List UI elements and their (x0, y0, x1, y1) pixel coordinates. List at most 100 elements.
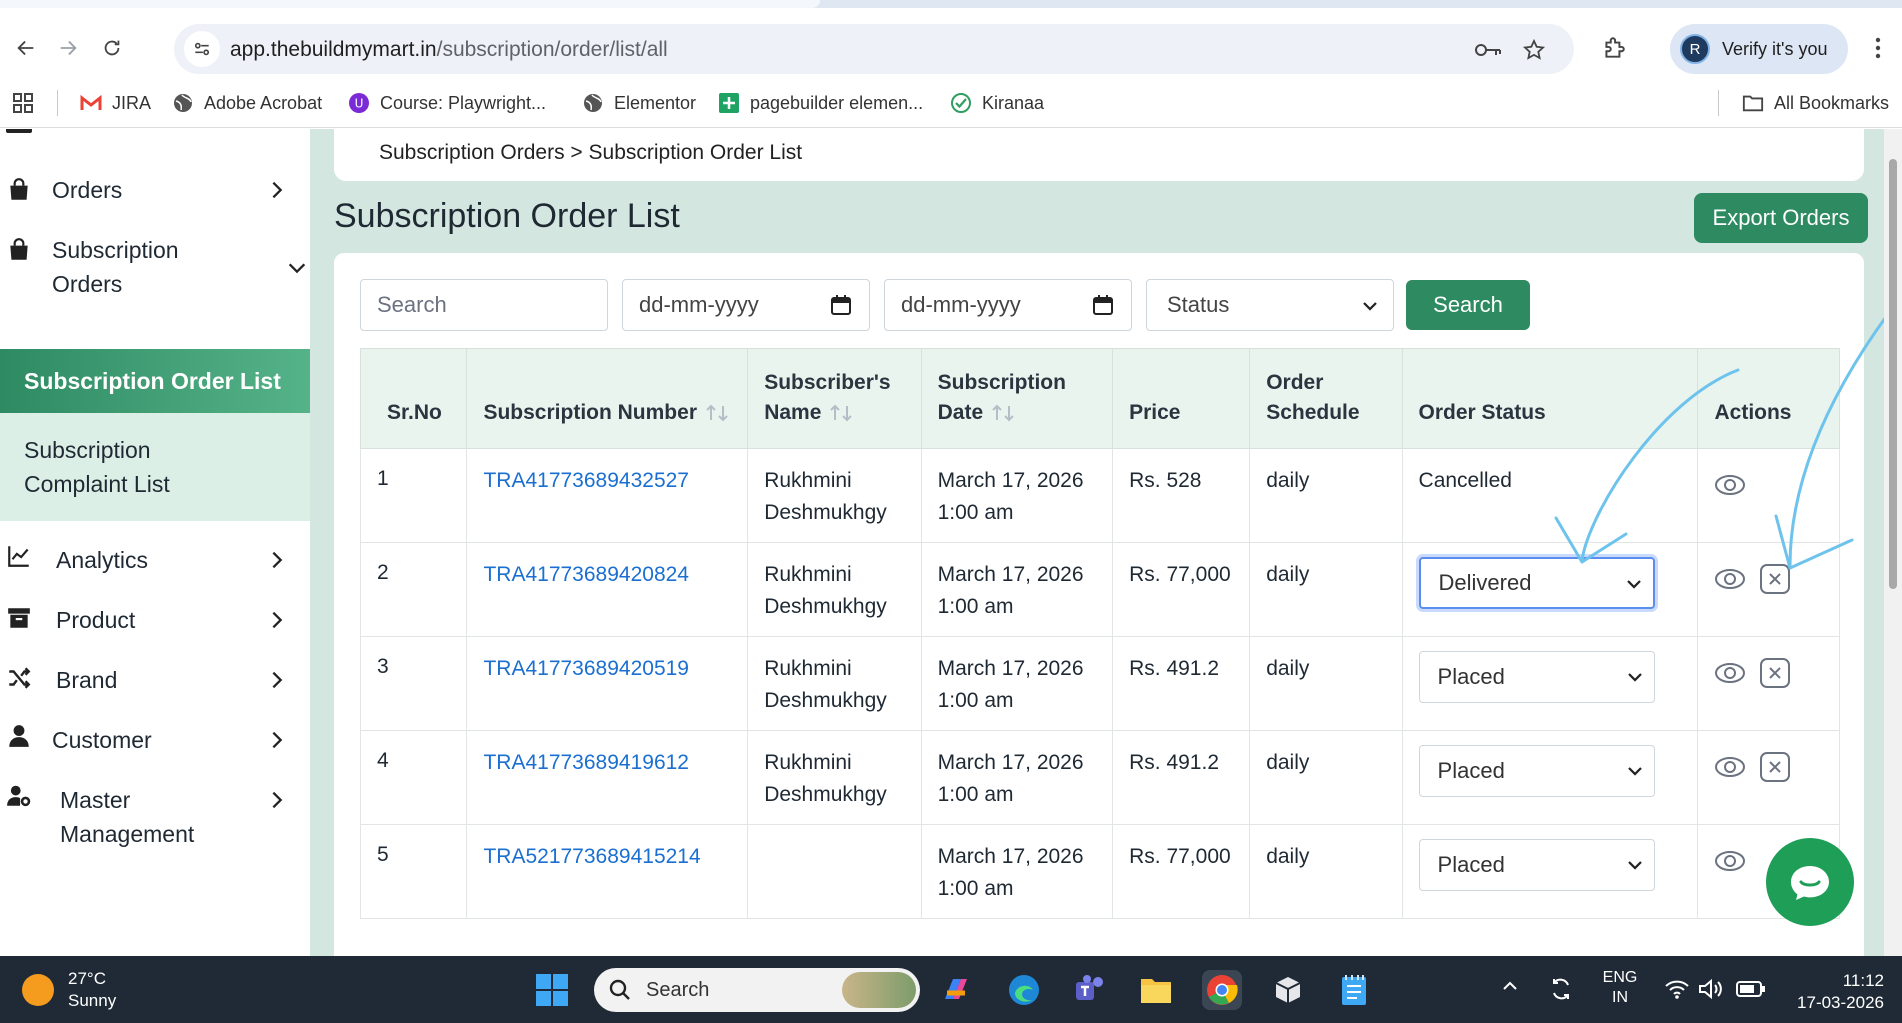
search-button[interactable]: Search (1406, 280, 1530, 330)
view-eye-icon[interactable] (1714, 751, 1746, 783)
sort-icon[interactable] (991, 404, 1017, 422)
bookmark-label: pagebuilder elemen... (750, 92, 924, 113)
site-info-icon[interactable] (184, 31, 220, 67)
order-status-value: Delivered (1438, 570, 1532, 595)
cancel-order-icon[interactable] (1760, 564, 1791, 594)
verify-label: Verify it's you (1722, 38, 1828, 59)
more-menu-icon[interactable] (1866, 30, 1890, 66)
orders-card: Search dd-mm-yyyy dd-mm-yyyy Status Sear… (334, 253, 1864, 956)
wifi-icon[interactable] (1664, 978, 1690, 1000)
page-scrollbar[interactable] (1884, 129, 1902, 956)
subscription-number-link[interactable]: TRA41773689419612 (483, 751, 689, 774)
cell-actions (1697, 448, 1840, 543)
teams-icon[interactable] (1070, 970, 1110, 1010)
sidebar-item-orders[interactable]: Orders (0, 173, 310, 213)
bookmark-kiranaa[interactable]: Kiranaa (950, 88, 1044, 118)
sidebar-item-subscription-order-list[interactable]: Subscription Order List (0, 349, 310, 413)
chrome-icon[interactable] (1202, 970, 1242, 1010)
back-arrow-icon[interactable] (6, 28, 46, 68)
bookmark-pagebuilder[interactable]: pagebuilder elemen... (718, 88, 923, 118)
clock[interactable]: 11:12 17-03-2026 (1784, 970, 1884, 1014)
search-input[interactable]: Search (360, 279, 608, 331)
sidebar-item-subscription-complaint-list[interactable]: Subscription Complaint List (0, 413, 310, 521)
copilot-icon[interactable] (936, 970, 976, 1010)
windows-start-icon[interactable] (532, 970, 572, 1010)
sort-icon[interactable] (829, 404, 855, 422)
cell-subscription-number: TRA41773689419612 (466, 730, 749, 825)
bookmark-elementor[interactable]: Elementor (582, 88, 696, 118)
breadcrumb: Subscription Orders > Subscription Order… (379, 141, 803, 164)
file-explorer-icon[interactable] (1136, 970, 1176, 1010)
language-bottom: IN (1612, 989, 1628, 1006)
bookmark-jira[interactable]: JIRA (80, 88, 151, 118)
battery-icon[interactable] (1736, 980, 1766, 998)
notepad-icon[interactable] (1334, 970, 1374, 1010)
chevron-up-icon[interactable] (1500, 976, 1520, 996)
clock-date: 17-03-2026 (1797, 993, 1884, 1012)
active-tab[interactable] (0, 0, 820, 8)
browser-toolbar: app.thebuildmymart.in/subscription/order… (0, 8, 1902, 78)
cancel-order-icon[interactable] (1760, 752, 1791, 782)
reload-icon[interactable] (92, 28, 132, 68)
volume-icon[interactable] (1698, 978, 1722, 1000)
cell-price: Rs. 491.2 (1112, 730, 1251, 825)
star-icon[interactable] (1520, 36, 1548, 64)
date-from-field[interactable]: dd-mm-yyyy (622, 279, 870, 331)
cell-order-status: Placed (1401, 636, 1699, 731)
chevron-down-icon (1627, 767, 1642, 776)
taskbar-search[interactable]: Search (594, 968, 920, 1012)
apps-grid-icon[interactable] (12, 88, 34, 118)
chat-widget-button[interactable] (1766, 838, 1854, 926)
status-filter-select[interactable]: Status (1146, 279, 1394, 331)
export-orders-button[interactable]: Export Orders (1694, 193, 1868, 243)
forward-arrow-icon[interactable] (48, 28, 88, 68)
date-to-field[interactable]: dd-mm-yyyy (884, 279, 1132, 331)
main-content: Subscription Orders > Subscription Order… (310, 129, 1884, 956)
order-status-select[interactable]: Placed (1418, 651, 1655, 703)
sidebar-item-analytics[interactable]: Analytics (0, 543, 310, 583)
subscription-number-link[interactable]: TRA41773689420519 (483, 657, 689, 680)
verify-profile-button[interactable]: R Verify it's you (1670, 24, 1848, 74)
column-header-subscription-date[interactable]: Subscription Date (920, 348, 1114, 449)
sidebar-item-master-management[interactable]: Master Management (0, 783, 310, 859)
subscription-number-link[interactable]: TRA521773689415214 (483, 845, 700, 868)
order-status-select[interactable]: Delivered (1418, 557, 1655, 609)
column-header-subscriber-name[interactable]: Subscriber's Name (747, 348, 922, 449)
box-app-icon[interactable] (1268, 970, 1308, 1010)
page-title: Subscription Order List (334, 197, 680, 235)
address-bar[interactable]: app.thebuildmymart.in/subscription/order… (174, 24, 1574, 74)
language-indicator[interactable]: ENG IN (1598, 968, 1642, 1008)
view-eye-icon[interactable] (1714, 469, 1746, 501)
bookmark-course-playwright[interactable]: U Course: Playwright... (348, 88, 546, 118)
sidebar-item-brand[interactable]: Brand (0, 663, 310, 703)
order-status-select[interactable]: Placed (1418, 839, 1655, 891)
sidebar-item-customer[interactable]: Customer (0, 723, 310, 763)
cancel-order-icon[interactable] (1760, 658, 1791, 688)
all-bookmarks-button[interactable]: All Bookmarks (1742, 88, 1889, 118)
view-eye-icon[interactable] (1714, 845, 1746, 877)
cell-subscriber-name: Rukhmini Deshmukhgy (747, 448, 922, 543)
cell-order-schedule: daily (1249, 824, 1403, 919)
url-path: /subscription/order/list/all (436, 38, 668, 61)
key-icon[interactable] (1474, 36, 1502, 64)
subscription-number-link[interactable]: TRA41773689432527 (483, 469, 689, 492)
all-bookmarks-label: All Bookmarks (1774, 92, 1890, 113)
bookmark-adobe-acrobat[interactable]: Adobe Acrobat (172, 88, 322, 118)
sort-icon[interactable] (705, 404, 731, 422)
extensions-icon[interactable] (1596, 30, 1632, 66)
view-eye-icon[interactable] (1714, 563, 1746, 595)
weather-widget[interactable]: 27°C Sunny (22, 968, 116, 1012)
sidebar-item-product[interactable]: Product (0, 603, 310, 643)
sync-icon[interactable] (1548, 976, 1574, 1002)
scrollbar-thumb[interactable] (1889, 159, 1897, 589)
view-eye-icon[interactable] (1714, 657, 1746, 689)
column-header-subscription-number[interactable]: Subscription Number (466, 348, 749, 449)
calendar-icon[interactable] (1091, 293, 1115, 317)
edge-icon[interactable] (1004, 970, 1044, 1010)
calendar-icon[interactable] (829, 293, 853, 317)
cell-subscription-date: March 17, 2026 1:00 am (920, 448, 1114, 543)
subscription-number-link[interactable]: TRA41773689420824 (483, 563, 689, 586)
order-status-select[interactable]: Placed (1418, 745, 1655, 797)
sidebar-item-subscription-orders[interactable]: Subscription Orders (0, 233, 310, 309)
temperature: 27°C (68, 969, 106, 988)
